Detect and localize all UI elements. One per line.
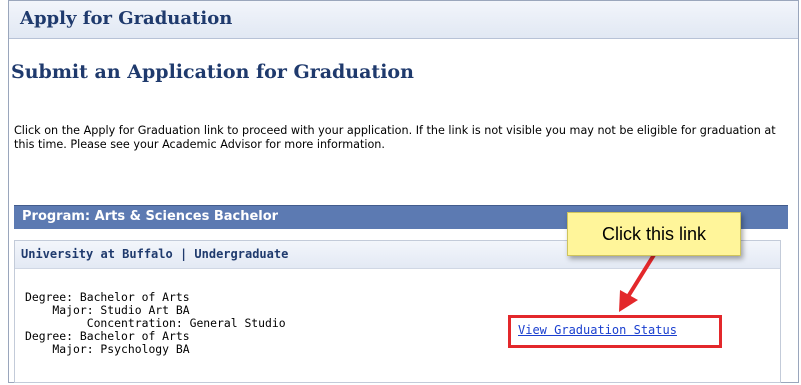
page-title: Submit an Application for Graduation [11,61,414,83]
highlight-box [508,315,722,348]
program-label: Program: Arts & Sciences Bachelor [22,209,279,224]
career-label: University at Buffalo | Undergraduate [21,247,289,261]
callout-note: Click this link [567,212,741,256]
concentration-line: Concentration: General Studio [25,316,286,330]
degree-line: Degree: Bachelor of Arts [25,329,190,343]
major-line: Major: Studio Art BA [25,303,190,317]
section-header-bar: Apply for Graduation [9,1,798,39]
degree-line: Degree: Bachelor of Arts [25,290,190,304]
major-line: Major: Psychology BA [25,342,190,356]
instructions-text: Click on the Apply for Graduation link t… [14,124,776,151]
section-title: Apply for Graduation [20,8,233,29]
